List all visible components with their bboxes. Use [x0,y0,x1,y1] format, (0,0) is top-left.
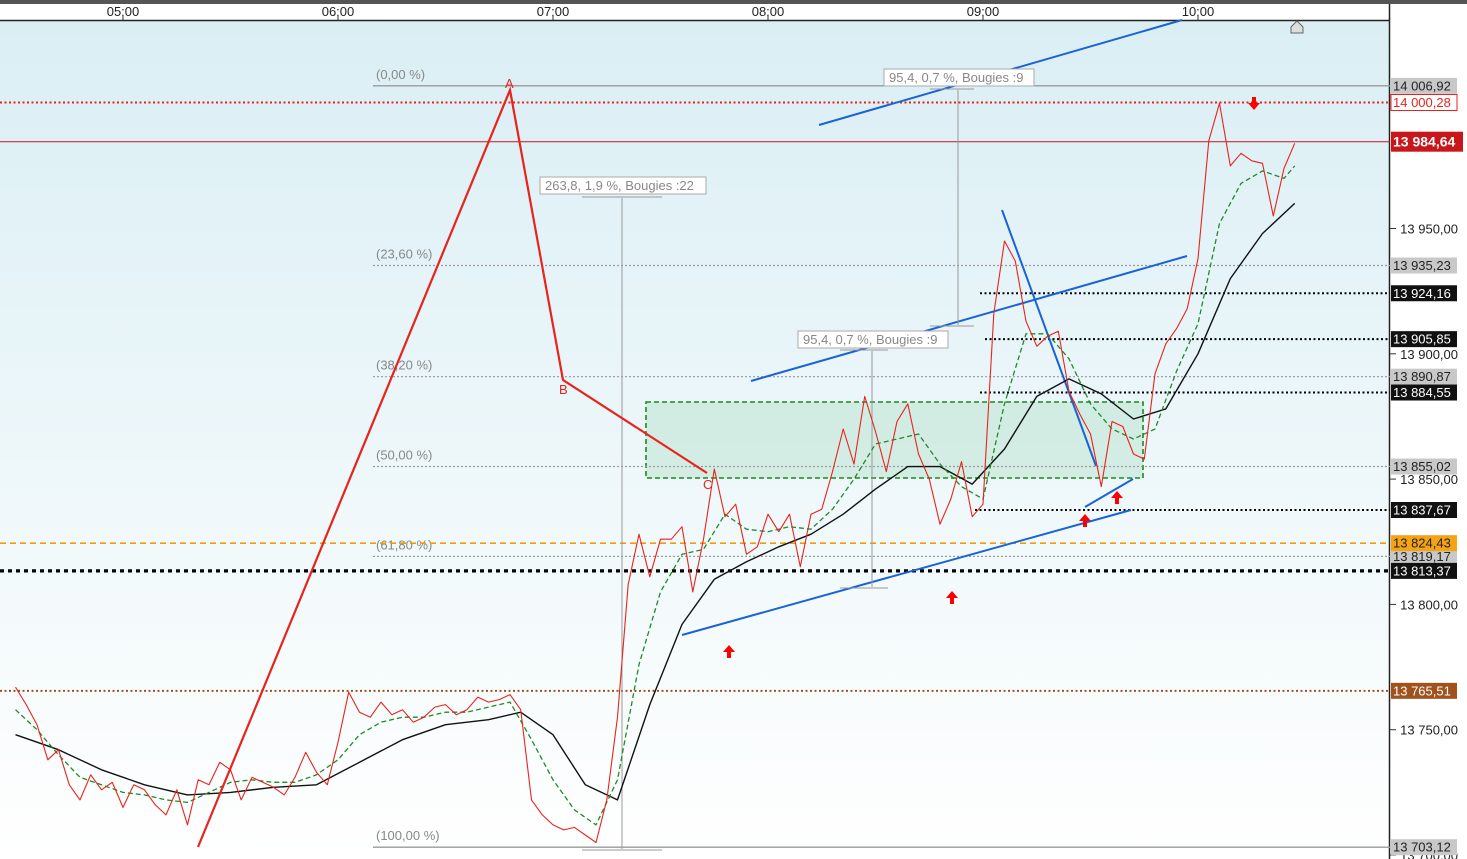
abc-label-a: A [505,76,514,91]
price-tag-label: 13 890,87 [1393,369,1451,384]
price-tag-label: 14 006,92 [1393,78,1451,93]
price-tag-label: 13 837,67 [1393,502,1451,517]
measure-label: 263,8, 1,9 %, Bougies :22 [545,178,694,193]
fib-level-label: (61,80 %) [376,537,432,552]
fib-level-label: (50,00 %) [376,448,432,463]
price-tag-label: 13 984,64 [1393,134,1455,150]
price-tag-label: 13 924,16 [1393,286,1451,301]
price-tag-label: 13 813,37 [1393,563,1451,578]
time-tick-label: 05:00 [107,4,140,19]
top-scroll-strip[interactable] [0,0,1467,4]
price-tag-label: 13 884,55 [1393,385,1451,400]
price-tag-label: 13 703,12 [1393,840,1451,855]
price-chart[interactable]: 05:00 06:00 07:00 08:00 09:00 10:00 13 950,00… [0,0,1467,859]
time-tick-label: 09:00 [967,4,1000,19]
fib-level-label: (38,20 %) [376,358,432,373]
price-tag-label: 13 935,23 [1393,258,1451,273]
fib-level-label: (23,60 %) [376,247,432,262]
time-tick-label: 07:00 [537,4,570,19]
time-tick-label: 08:00 [752,4,785,19]
price-tick-label: 13 750,00 [1400,723,1458,738]
measure-label: 95,4, 0,7 %, Bougies :9 [889,70,1023,85]
abc-label-b: B [559,382,568,397]
price-tick-label: 13 900,00 [1400,347,1458,362]
price-tick-label: 13 800,00 [1400,597,1458,612]
time-tick-label: 06:00 [322,4,355,19]
abc-label-c: C [703,477,712,492]
price-tag-label: 13 905,85 [1393,332,1451,347]
price-tag-label: 14 000,28 [1393,95,1451,110]
time-tick-label: 10:00 [1182,4,1215,19]
measure-label: 95,4, 0,7 %, Bougies :9 [803,332,937,347]
price-tag-label: 13 765,51 [1393,683,1451,698]
price-tick-label: 13 950,00 [1400,222,1458,237]
fib-level-label: (100,00 %) [376,828,440,843]
price-tag-label: 13 855,02 [1393,459,1451,474]
fib-level-label: (0,00 %) [376,67,425,82]
price-tag-label: 13 824,43 [1393,536,1451,551]
